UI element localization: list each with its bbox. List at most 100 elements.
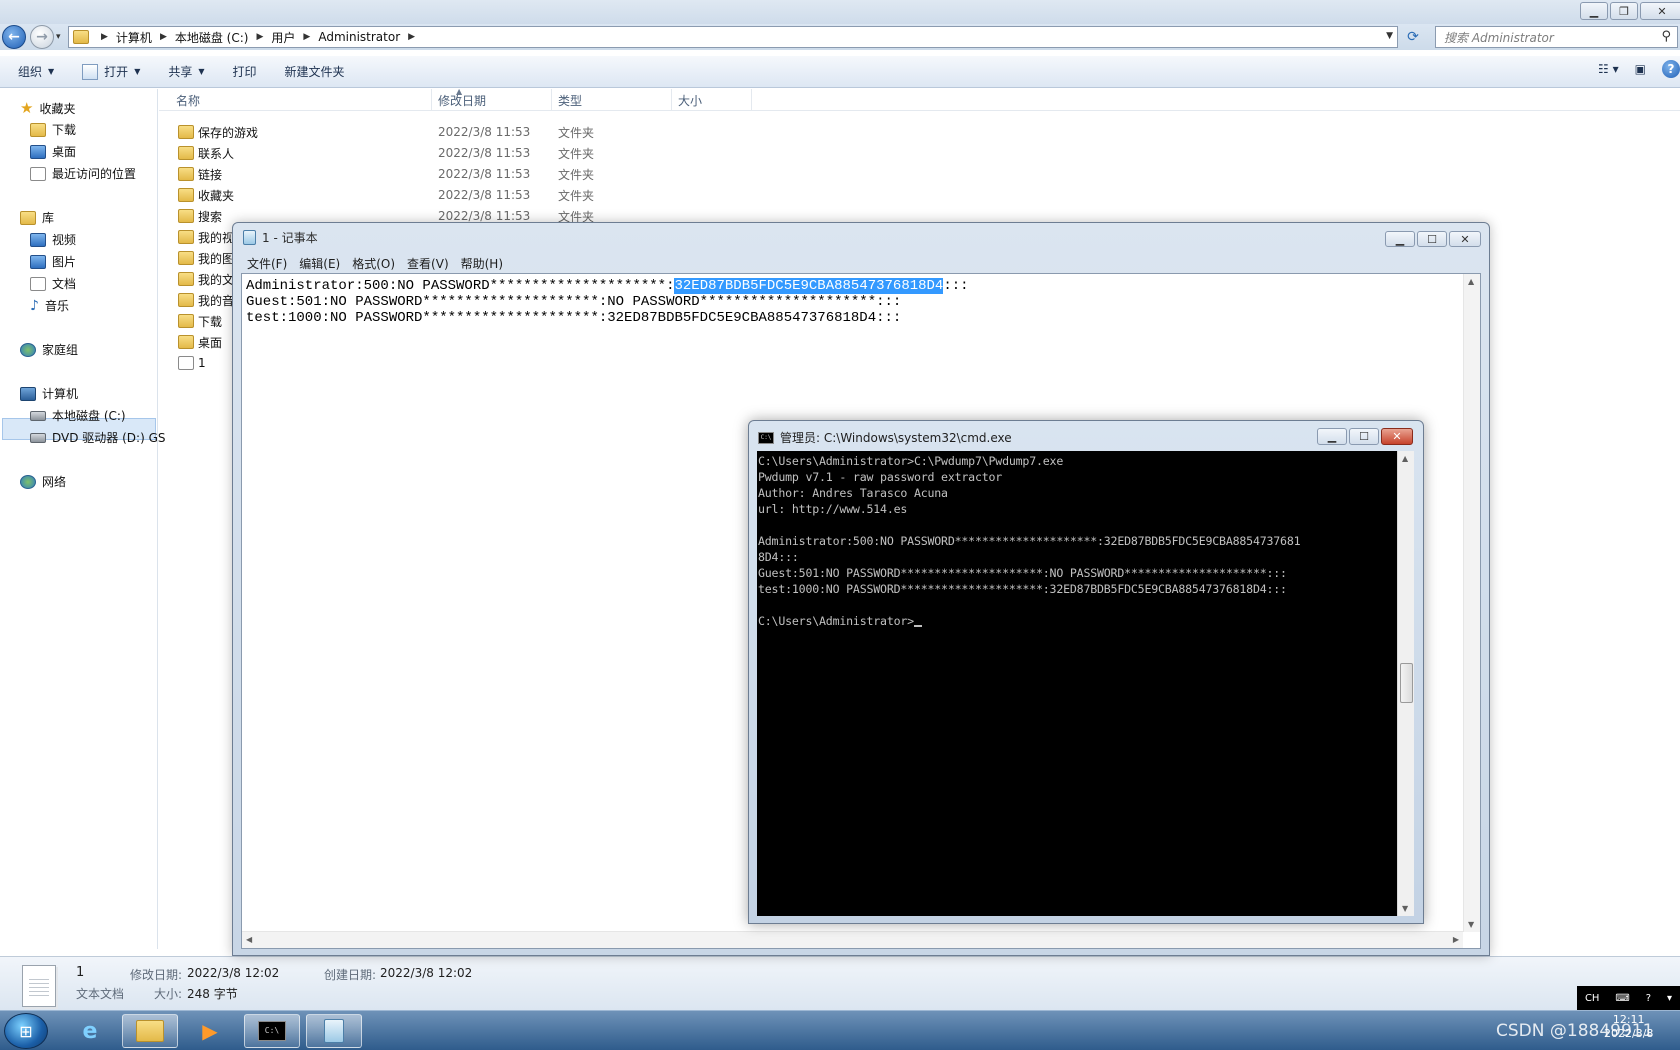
menu-view[interactable]: 查看(V) xyxy=(407,255,449,272)
nav-network[interactable]: 网络 xyxy=(20,473,66,490)
chevron-down-icon: ▼ xyxy=(48,67,55,76)
menu-format[interactable]: 格式(O) xyxy=(352,255,395,272)
nav-label: 桌面 xyxy=(52,145,77,159)
recent-pages-dropdown-icon[interactable]: ▾ xyxy=(56,32,61,42)
cmd-console[interactable]: C:\Users\Administrator>C:\Pwdump7\Pwdump… xyxy=(757,451,1397,916)
nav-label: 收藏夹 xyxy=(39,101,76,116)
help-icon[interactable]: ? xyxy=(1662,60,1680,78)
maximize-button[interactable]: ☐ xyxy=(1417,231,1447,247)
vertical-scrollbar[interactable]: ▲ ▼ xyxy=(1463,274,1480,932)
column-modified[interactable]: 修改日期 xyxy=(438,92,486,109)
breadcrumb-item[interactable]: Administrator xyxy=(318,30,400,44)
nav-dvd[interactable]: DVD 驱动器 (D:) GS xyxy=(30,429,166,446)
column-divider[interactable] xyxy=(671,89,672,111)
search-icon[interactable]: ⚲ xyxy=(1661,29,1671,44)
scroll-up-icon[interactable]: ▲ xyxy=(1468,277,1474,286)
details-file-name: 1 xyxy=(76,965,85,980)
language-indicator[interactable]: CH xyxy=(1585,993,1600,1004)
taskbar-notepad[interactable] xyxy=(306,1014,362,1048)
help-icon[interactable]: ? xyxy=(1646,993,1651,1004)
search-input[interactable]: 搜索 Administrator ⚲ xyxy=(1435,26,1678,48)
selected-hash[interactable]: 32ED87BDB5FDC5E9CBA88547376818D4 xyxy=(674,278,944,294)
close-button[interactable]: ✕ xyxy=(1381,428,1413,445)
scroll-up-icon[interactable]: ▲ xyxy=(1402,454,1408,463)
column-divider[interactable] xyxy=(751,89,752,111)
new-folder-button[interactable]: 新建文件夹 xyxy=(285,63,345,80)
close-button[interactable]: ✕ xyxy=(1640,2,1680,20)
start-button[interactable]: ⊞ xyxy=(4,1013,48,1049)
column-size[interactable]: 大小 xyxy=(678,92,702,109)
taskbar-cmd[interactable]: C:\ xyxy=(244,1014,300,1048)
menu-edit[interactable]: 编辑(E) xyxy=(299,255,340,272)
close-button[interactable]: ✕ xyxy=(1449,231,1481,247)
folder-icon xyxy=(73,30,89,44)
scroll-down-icon[interactable]: ▼ xyxy=(1468,920,1474,929)
file-type: 文件夹 xyxy=(558,146,595,161)
text-document-icon xyxy=(22,965,56,1007)
view-options-icon[interactable]: ☷ ▾ xyxy=(1598,62,1619,76)
column-name[interactable]: 名称 xyxy=(176,92,200,109)
breadcrumb-item[interactable]: 本地磁盘 (C:) xyxy=(175,29,249,46)
nav-favorites[interactable]: ★ 收藏夹 xyxy=(20,99,75,117)
nav-recent[interactable]: 最近访问的位置 xyxy=(30,165,136,182)
column-divider[interactable] xyxy=(431,89,432,111)
address-bar[interactable]: ▶ 计算机 ▶ 本地磁盘 (C:) ▶ 用户 ▶ Administrator ▶… xyxy=(68,26,1398,48)
menu-file[interactable]: 文件(F) xyxy=(247,255,287,272)
back-icon[interactable]: ← xyxy=(2,25,26,49)
file-date: 2022/3/8 11:53 xyxy=(438,209,531,223)
nav-documents[interactable]: 文档 xyxy=(30,275,76,292)
taskbar-explorer[interactable] xyxy=(122,1014,178,1048)
nav-local-disk[interactable]: 本地磁盘 (C:) xyxy=(30,407,126,424)
breadcrumb-item[interactable]: 计算机 xyxy=(116,29,152,46)
star-icon: ★ xyxy=(20,99,34,117)
nav-downloads[interactable]: 下载 xyxy=(30,121,76,138)
nav-music[interactable]: ♪ 音乐 xyxy=(30,297,69,314)
chevron-right-icon[interactable]: ▶ xyxy=(303,32,310,42)
preview-pane-icon[interactable]: ▣ xyxy=(1635,62,1646,76)
vertical-scrollbar[interactable]: ▲ ▼ xyxy=(1397,451,1414,916)
column-type[interactable]: 类型 xyxy=(558,92,582,109)
maximize-button[interactable]: ☐ xyxy=(1349,428,1379,445)
keyboard-icon[interactable]: ⌨ xyxy=(1615,993,1629,1004)
scroll-down-icon[interactable]: ▼ xyxy=(1402,904,1408,913)
minimize-button[interactable]: ▁ xyxy=(1317,428,1347,445)
nav-pictures[interactable]: 图片 xyxy=(30,253,76,270)
nav-videos[interactable]: 视频 xyxy=(30,231,76,248)
homegroup-icon xyxy=(20,342,36,357)
share-button[interactable]: 共享 ▼ xyxy=(168,63,204,80)
text-file-icon xyxy=(178,356,194,370)
nav-computer[interactable]: 计算机 xyxy=(20,385,78,402)
print-button[interactable]: 打印 xyxy=(233,63,257,80)
minimize-button[interactable]: ▁ xyxy=(1580,2,1608,20)
refresh-icon[interactable]: ⟳ xyxy=(1402,27,1424,47)
open-button[interactable]: 打开 ▼ xyxy=(82,63,140,80)
menu-help[interactable]: 帮助(H) xyxy=(461,255,503,272)
horizontal-scrollbar[interactable]: ◀ ▶ xyxy=(242,931,1463,948)
organize-button[interactable]: 组织 ▼ xyxy=(18,63,54,80)
nav-label: 计算机 xyxy=(42,387,79,401)
scroll-thumb[interactable] xyxy=(1400,663,1413,703)
chevron-right-icon[interactable]: ▶ xyxy=(101,32,108,42)
nav-homegroup[interactable]: 家庭组 xyxy=(20,341,78,358)
scroll-left-icon[interactable]: ◀ xyxy=(246,935,252,944)
chevron-right-icon[interactable]: ▶ xyxy=(408,32,415,42)
navigation-pane: ★ 收藏夹 下载 桌面 最近访问的位置 库 视频 图片 文档 ♪ 音乐 家庭组 计算… xyxy=(0,89,166,949)
breadcrumb-item[interactable]: 用户 xyxy=(271,29,295,46)
scroll-right-icon[interactable]: ▶ xyxy=(1453,935,1459,944)
notepad-content[interactable]: Administrator:500:NO PASSWORD***********… xyxy=(246,278,969,326)
file-type: 文件夹 xyxy=(558,167,595,182)
taskbar-media-player[interactable]: ▶ xyxy=(182,1014,238,1048)
chevron-right-icon[interactable]: ▶ xyxy=(256,32,263,42)
file-name: 1 xyxy=(198,356,206,370)
minimize-button[interactable]: ▁ xyxy=(1385,231,1415,247)
taskbar-ie[interactable]: e xyxy=(62,1014,118,1048)
chevron-right-icon[interactable]: ▶ xyxy=(160,32,167,42)
restore-button[interactable]: ❐ xyxy=(1610,2,1638,20)
column-divider[interactable] xyxy=(551,89,552,111)
cmd-window-controls: ▁ ☐ ✕ xyxy=(1317,428,1413,445)
nav-desktop[interactable]: 桌面 xyxy=(30,143,76,160)
chevron-down-icon[interactable]: ▾ xyxy=(1667,993,1672,1004)
address-dropdown-icon[interactable]: ▼ xyxy=(1386,31,1393,41)
nav-libraries[interactable]: 库 xyxy=(20,209,54,226)
forward-icon[interactable]: → xyxy=(30,25,54,49)
